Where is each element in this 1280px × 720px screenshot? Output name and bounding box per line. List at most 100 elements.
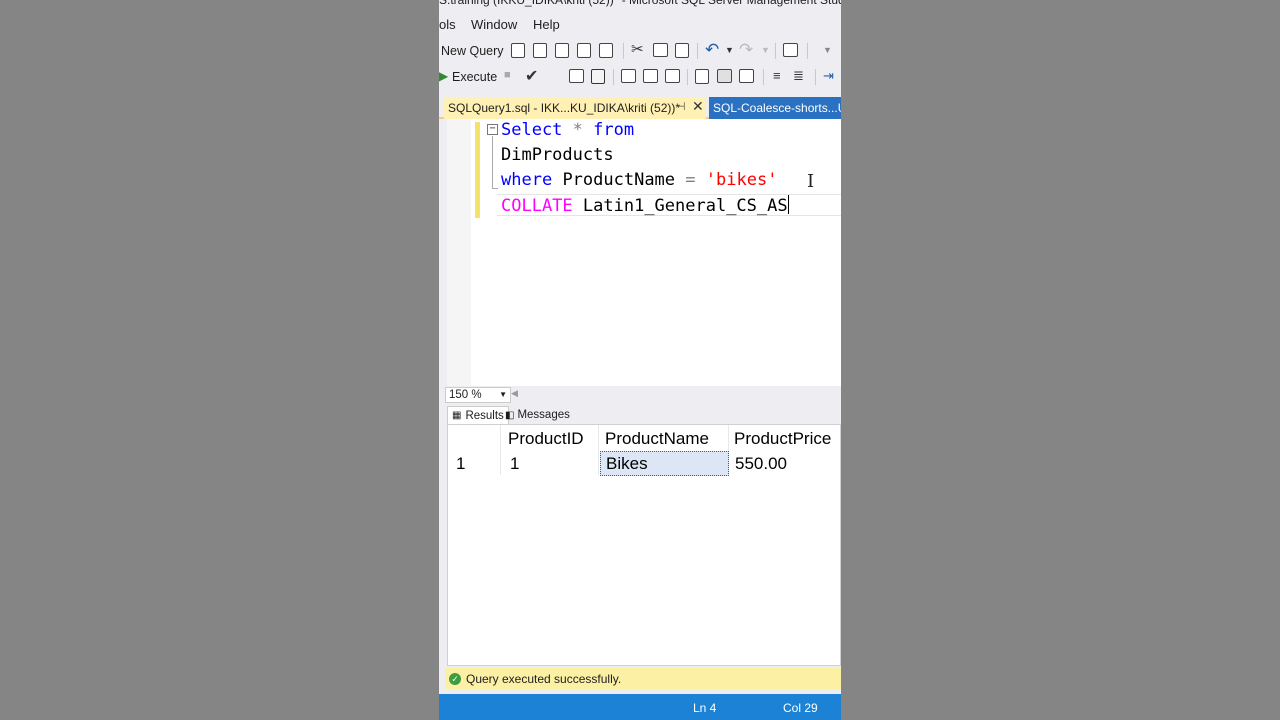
toolbar-separator xyxy=(623,43,624,59)
grid-results-icon[interactable] xyxy=(717,69,732,83)
pin-icon[interactable]: ⊣ xyxy=(676,100,686,113)
toolbar-separator xyxy=(687,69,688,85)
outline-end xyxy=(492,188,498,189)
zoom-value: 150 % xyxy=(449,389,482,401)
column-number: Col 29 xyxy=(783,701,818,715)
cell-productid[interactable]: 1 xyxy=(510,454,519,474)
dmx-query-icon[interactable] xyxy=(533,43,547,58)
redo-icon[interactable]: ↷ xyxy=(739,40,753,60)
standard-toolbar: New Query ✂ ↶ ▼ ↷ ▼ ▼ xyxy=(439,38,841,64)
column-header-productid[interactable]: ProductID xyxy=(508,429,584,449)
column-header-productname[interactable]: ProductName xyxy=(605,429,709,449)
close-tab-icon[interactable]: ✕ xyxy=(692,98,704,115)
document-tab-strip: SQLQuery1.sql - IKK...KU_IDIKA\kriti (52… xyxy=(439,95,841,119)
ibeam-cursor-icon: I xyxy=(807,171,815,192)
line-number: Ln 4 xyxy=(693,701,717,715)
undo-icon[interactable]: ↶ xyxy=(705,40,719,60)
menu-tools[interactable]: ols xyxy=(439,17,456,32)
mdx-query-icon[interactable] xyxy=(511,43,525,58)
copy-icon[interactable] xyxy=(653,43,668,57)
dax-query-icon[interactable] xyxy=(577,43,591,58)
string-literal: 'bikes' xyxy=(705,170,778,190)
redo-dropdown-icon[interactable]: ▼ xyxy=(761,45,770,55)
tab-sql-coalesce[interactable]: SQL-Coalesce-shorts...U_ xyxy=(709,97,841,119)
cut-icon[interactable]: ✂ xyxy=(631,40,644,58)
toolbar-overflow-icon[interactable]: ▼ xyxy=(823,45,832,55)
menu-bar: ols Window Help xyxy=(439,14,841,36)
tab-sql-coalesce-label: SQL-Coalesce-shorts...U_ xyxy=(713,101,841,115)
include-plan-icon[interactable] xyxy=(665,69,680,83)
results-to-grid-icon[interactable] xyxy=(591,69,605,84)
tab-sqlquery1[interactable]: SQLQuery1.sql - IKK...KU_IDIKA\kriti (52… xyxy=(444,97,706,119)
undo-dropdown-icon[interactable]: ▼ xyxy=(725,45,734,55)
code-line-3[interactable]: where ProductName = 'bikes' xyxy=(501,170,777,190)
sql-editor-toolbar: ▶ Execute ■ ✔ ≡ ≣ ⇥ xyxy=(439,64,841,90)
tab-messages-label: Messages xyxy=(517,409,570,421)
indent-icon[interactable]: ⇥ xyxy=(823,68,834,84)
column-header-productprice[interactable]: ProductPrice xyxy=(734,429,831,449)
table-name: DimProducts xyxy=(501,145,614,165)
change-indicator-bar xyxy=(475,122,480,218)
results-to-file-icon[interactable] xyxy=(695,69,709,84)
toolbar-separator xyxy=(613,69,614,85)
uncomment-lines-icon[interactable]: ≣ xyxy=(793,68,804,84)
toolbar-separator xyxy=(807,43,808,59)
keyword-select: Select xyxy=(501,120,563,140)
results-tab-bar: ▦ Results ◧ Messages xyxy=(447,404,841,424)
scroll-left-icon[interactable]: ◀ xyxy=(511,388,518,399)
save-results-icon[interactable] xyxy=(739,69,754,83)
code-line-1[interactable]: Select * from xyxy=(501,120,634,140)
menu-help[interactable]: Help xyxy=(533,17,560,32)
toolbar-separator xyxy=(815,69,816,85)
row-number[interactable]: 1 xyxy=(456,454,465,474)
editor-gutter xyxy=(447,119,471,386)
query-options-icon[interactable] xyxy=(621,69,636,83)
keyword-collate: COLLATE xyxy=(501,196,573,216)
estimated-plan-icon[interactable] xyxy=(643,69,658,83)
grid-icon: ▦ xyxy=(452,410,462,421)
collation-name: Latin1_General_CS_AS xyxy=(582,196,788,216)
background-right xyxy=(841,0,1280,720)
tab-sqlquery1-label: SQLQuery1.sql - IKK...KU_IDIKA\kriti (52… xyxy=(448,101,681,115)
ssms-window: S.training (IKKU_IDIKA\kriti (52))* - Mi… xyxy=(439,0,841,720)
code-line-2[interactable]: DimProducts xyxy=(501,145,614,165)
new-query-button[interactable]: New Query xyxy=(441,41,504,61)
background-left xyxy=(0,0,439,720)
cell-productname[interactable]: Bikes xyxy=(606,454,648,474)
keyword-where: where xyxy=(501,170,553,190)
query-status-bar: ✓ Query executed successfully. xyxy=(445,668,841,689)
results-grid[interactable]: ProductID ProductName ProductPrice 1 1 B… xyxy=(447,424,841,666)
messages-icon: ◧ xyxy=(505,409,515,421)
tab-results[interactable]: ▦ Results xyxy=(447,406,509,424)
operator-star: * xyxy=(572,120,583,140)
operator-equals: = xyxy=(685,170,696,190)
menu-window[interactable]: Window xyxy=(471,17,517,32)
xmla-query-icon[interactable] xyxy=(555,43,569,58)
toolbar-separator xyxy=(763,69,764,85)
activity-monitor-icon[interactable] xyxy=(783,43,798,57)
query-status-message: Query executed successfully. xyxy=(466,671,622,686)
comment-lines-icon[interactable]: ≡ xyxy=(773,68,781,83)
execute-icon[interactable]: ▶ xyxy=(439,69,448,83)
toolbar-separator xyxy=(775,43,776,59)
collapse-icon[interactable]: − xyxy=(487,124,498,135)
paste-icon[interactable] xyxy=(675,43,689,58)
window-title: S.training (IKKU_IDIKA\kriti (52))* - Mi… xyxy=(439,0,841,7)
chevron-down-icon: ▼ xyxy=(499,390,507,399)
execute-button[interactable]: Execute xyxy=(452,67,497,87)
analysis-query-icon[interactable] xyxy=(599,43,613,58)
tab-results-label: Results xyxy=(465,409,504,422)
keyword-from: from xyxy=(593,120,635,140)
results-to-text-icon[interactable] xyxy=(569,69,584,83)
column-divider xyxy=(598,425,599,475)
code-line-4[interactable]: COLLATE Latin1_General_CS_AS xyxy=(501,195,789,216)
cell-productprice[interactable]: 550.00 xyxy=(735,454,787,474)
toolbar-separator xyxy=(697,43,698,59)
zoom-dropdown[interactable]: 150 % ▼ xyxy=(445,387,511,403)
column-divider xyxy=(500,425,501,475)
success-check-icon: ✓ xyxy=(449,672,461,685)
stop-icon[interactable]: ■ xyxy=(504,69,511,81)
outline-line xyxy=(492,136,493,188)
tab-messages[interactable]: ◧ Messages xyxy=(505,406,570,424)
parse-icon[interactable]: ✔ xyxy=(525,66,538,86)
